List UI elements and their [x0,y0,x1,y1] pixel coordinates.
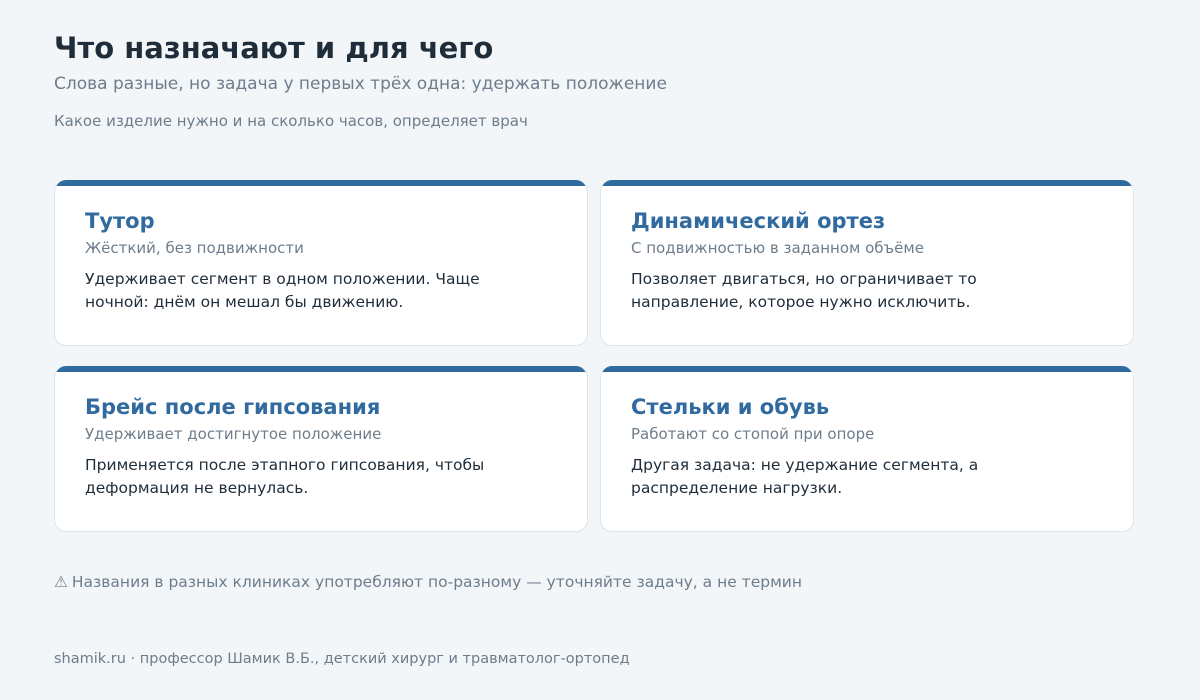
page-subtitle: Слова разные, но задача у первых трёх од… [54,74,667,94]
page-note: Какое изделие нужно и на сколько часов, … [54,112,528,130]
warning-note: ⚠ Названия в разных клиниках употребляют … [54,572,802,592]
card-title: Тутор [85,209,155,233]
card-title: Динамический ортез [631,209,886,233]
card-title: Стельки и обувь [631,395,830,419]
card-title: Брейс после гипсования [85,395,381,419]
card-subtitle: Работают со стопой при опоре [631,425,875,443]
footer-credit: shamik.ru · профессор Шамик В.Б., детски… [54,651,630,667]
card-brace: Брейс после гипсования Удерживает достиг… [54,366,588,532]
card-text: Другая задача: не удержание сегмента, а … [631,456,979,497]
card-subtitle: Жёсткий, без подвижности [85,239,304,257]
card-text: Позволяет двигаться, но ограничивает то … [631,270,977,311]
warning-icon: ⚠ [54,573,68,591]
card-subtitle: Удерживает достигнутое положение [85,425,382,443]
warning-text: Названия в разных клиниках употребляют п… [71,573,802,591]
card-insoles-footwear: Стельки и обувь Работают со стопой при о… [600,366,1134,532]
card-subtitle: С подвижностью в заданном объёме [631,239,924,257]
card-text: Удерживает сегмент в одном положении. Ча… [85,270,480,311]
card-text: Применяется после этапного гипсования, ч… [85,456,485,497]
card-tutor: Тутор Жёсткий, без подвижности Удерживае… [54,180,588,346]
page-title: Что назначают и для чего [54,31,494,65]
card-dynamic-orthosis: Динамический ортез С подвижностью в зада… [600,180,1134,346]
